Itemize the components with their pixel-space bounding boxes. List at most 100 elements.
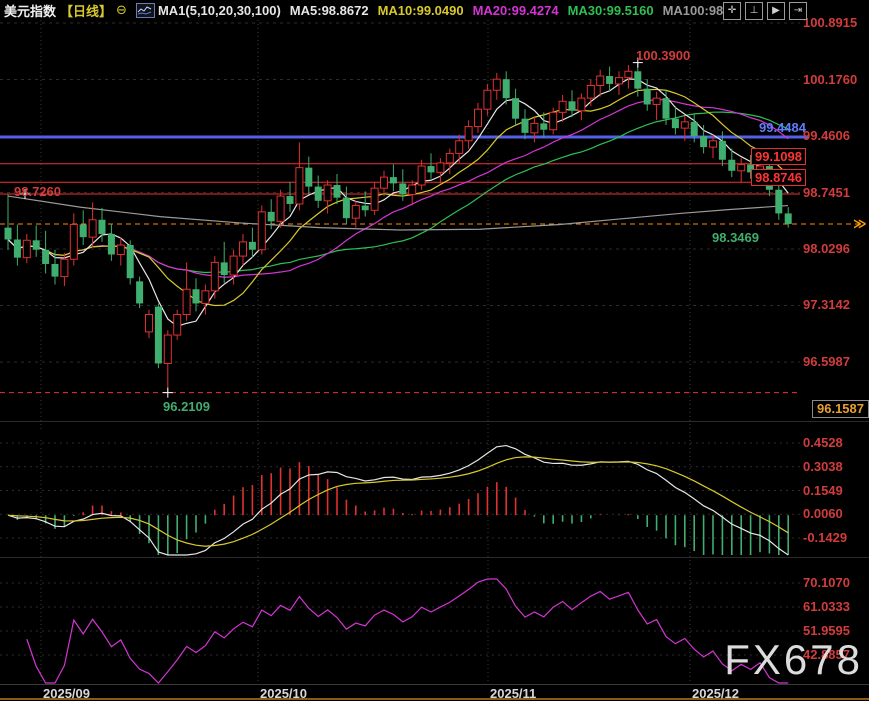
candle-body xyxy=(578,98,585,111)
candle-body xyxy=(249,242,256,250)
ma30-value: MA30:99.5160 xyxy=(568,3,654,18)
axis-scale-icon[interactable]: ⊥ xyxy=(745,2,763,20)
candle-body xyxy=(456,141,463,154)
candle-body xyxy=(202,291,209,304)
rsi3-value: RSI3:33.8120 xyxy=(271,561,351,576)
macd-axis-tick: 0.4528 xyxy=(803,435,843,450)
candle-body xyxy=(221,262,228,275)
trading-chart-window: 美元指数 【日线】 ⊖ MA1(5,10,20,30,100) MA5:98.8… xyxy=(0,0,869,701)
candle-body xyxy=(785,213,792,224)
candle-body xyxy=(465,127,472,141)
chart-canvas[interactable] xyxy=(0,0,869,701)
candle-body xyxy=(399,183,406,194)
candle-body xyxy=(512,98,519,119)
rsi2-value: RSI2:33.8120 xyxy=(181,561,261,576)
ma10-value: MA10:99.0490 xyxy=(378,3,464,18)
ma5-line xyxy=(8,79,788,326)
chart-toolbar: ✛⊥▶⇥ xyxy=(723,2,807,20)
candle-body xyxy=(174,315,181,336)
candle-body xyxy=(136,281,143,303)
candle-body xyxy=(305,168,312,187)
macd-dea-line xyxy=(8,457,788,546)
candle-body xyxy=(99,220,106,234)
candle-body xyxy=(409,185,416,194)
blue-level-label: 99.4484 xyxy=(759,120,806,135)
price-axis-tick: 98.7451 xyxy=(803,185,850,200)
candle-body xyxy=(33,240,40,249)
price-axis-tick: 98.0296 xyxy=(803,241,850,256)
ma100-value: MA100:98. xyxy=(663,3,727,18)
macd-axis-tick: 0.3038 xyxy=(803,459,843,474)
rsi1-value: RSI1:33.8120 xyxy=(91,561,171,576)
candle-body xyxy=(287,196,294,204)
candlestick-series xyxy=(5,63,792,393)
price-axis-tick: 99.4606 xyxy=(803,128,850,143)
candle-body xyxy=(616,78,623,84)
low-price-label: 96.2109 xyxy=(163,399,210,414)
x-axis-month-label: 2025/11 xyxy=(490,686,536,701)
candle-body xyxy=(23,240,30,257)
macd-axis-tick: 0.1549 xyxy=(803,483,843,498)
symbol-name: 美元指数 xyxy=(4,1,56,20)
candle-body xyxy=(738,164,745,170)
last-price-label: 98.3469 xyxy=(712,230,759,245)
candle-body xyxy=(52,264,59,277)
macd-diff-value: DIFF:-0.1595 xyxy=(101,428,178,443)
candle-body xyxy=(775,190,782,214)
macd-dea-value: DEA:-0.0136 xyxy=(188,428,264,443)
candle-body xyxy=(61,259,68,276)
ma10-line xyxy=(8,89,788,305)
resistance2-label: 98.8746 xyxy=(751,169,806,186)
candle-body xyxy=(700,136,707,147)
ma5-value: MA5:98.8672 xyxy=(290,3,369,18)
candle-body xyxy=(390,177,397,183)
period-label: 【日线】 xyxy=(60,1,112,20)
rsi-axis-tick: 61.0333 xyxy=(803,599,850,614)
candle-body xyxy=(522,119,529,133)
collapse-right-icon[interactable]: ⇥ xyxy=(789,2,807,20)
macd-diff-line xyxy=(8,446,788,555)
candle-body xyxy=(89,220,96,237)
candle-body xyxy=(371,188,378,210)
playback-icon[interactable]: ▶ xyxy=(767,2,785,20)
candle-body xyxy=(183,289,190,314)
ma100-line xyxy=(8,196,788,230)
candle-body xyxy=(164,335,171,363)
pane-separator xyxy=(0,557,869,558)
candle-body xyxy=(540,123,547,129)
high-price-label: 100.3900 xyxy=(636,48,690,63)
candle-body xyxy=(672,119,679,128)
x-axis-month-label: 2025/09 xyxy=(43,686,90,701)
candle-body xyxy=(644,89,651,105)
price-axis-tick: 97.3142 xyxy=(803,297,850,312)
indicator-chart-icon[interactable] xyxy=(136,3,155,18)
watermark: FX678 xyxy=(724,636,863,684)
crosshair-icon[interactable]: ✛ xyxy=(723,2,741,20)
candle-body xyxy=(352,206,359,219)
candle-body xyxy=(14,239,21,257)
candle-body xyxy=(634,71,641,88)
price-axis-tick: 100.8915 xyxy=(803,15,857,30)
candle-body xyxy=(550,112,557,129)
candle-body xyxy=(127,245,134,278)
candle-body xyxy=(155,307,162,364)
macd-axis-tick: 0.0060 xyxy=(803,506,843,521)
candle-body xyxy=(428,166,435,172)
macd-axis-tick: -0.1429 xyxy=(803,530,847,545)
candle-body xyxy=(146,315,153,332)
macd-title: MACD(26,12,9) xyxy=(4,428,95,443)
collapse-pane-icon[interactable]: ⊖ xyxy=(116,2,127,18)
x-axis-month-label: 2025/10 xyxy=(260,686,307,701)
candle-body xyxy=(625,71,632,77)
candle-body xyxy=(475,109,482,126)
candle-body xyxy=(5,228,12,240)
candle-body xyxy=(484,90,491,109)
candle-body xyxy=(258,212,265,250)
candle-body xyxy=(240,242,247,256)
resistance1-label: 99.1098 xyxy=(751,148,806,165)
candle-body xyxy=(277,196,284,221)
candle-body xyxy=(381,177,388,188)
candle-body xyxy=(681,122,688,128)
candle-body xyxy=(117,245,124,254)
pane-separator xyxy=(0,421,869,422)
